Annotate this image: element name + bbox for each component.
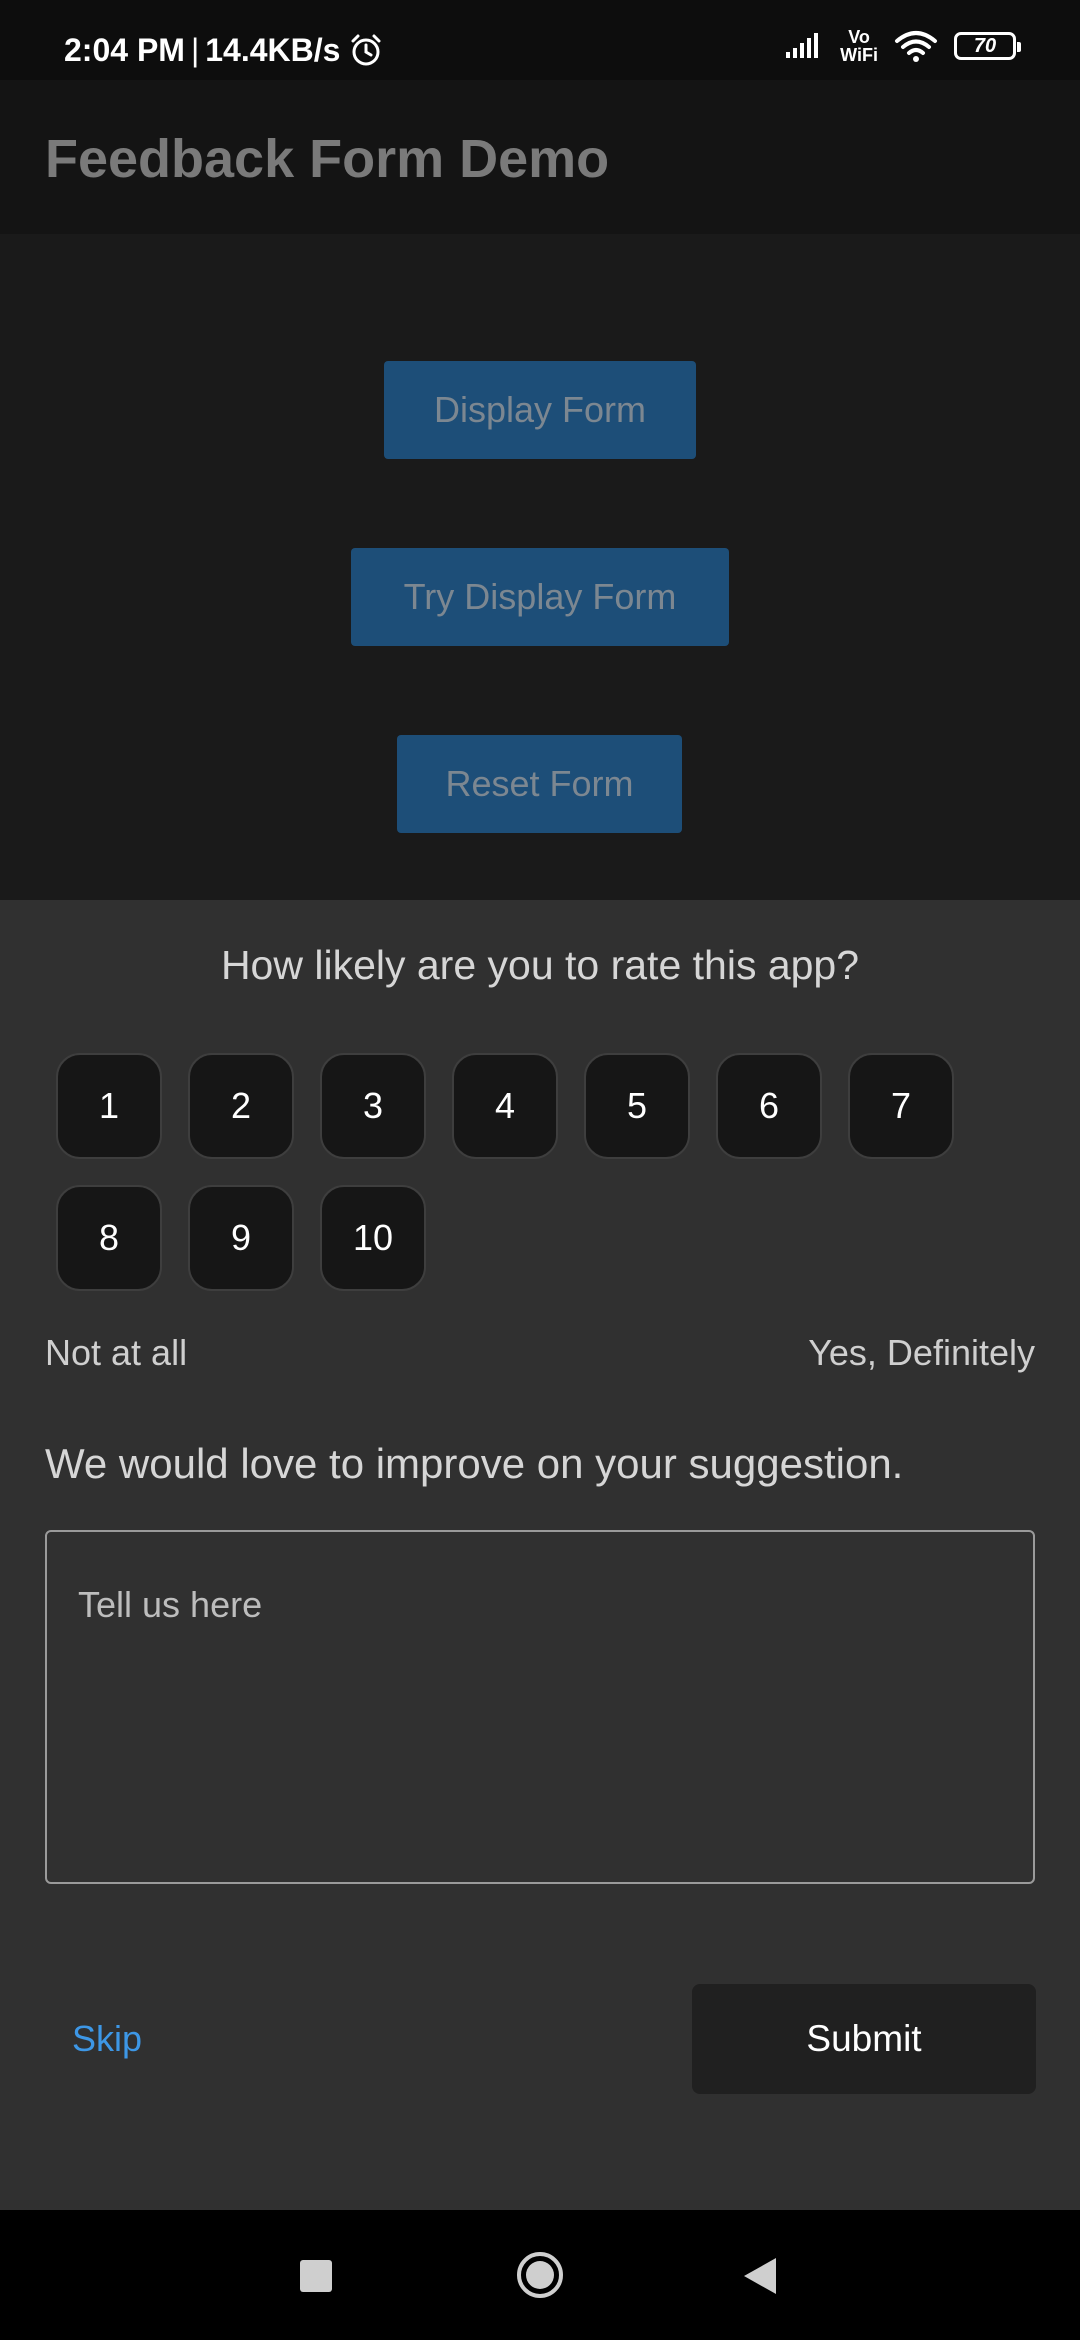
back-icon[interactable] [742,2256,778,2296]
suggestion-prompt: We would love to improve on your suggest… [45,1440,904,1487]
status-bar: 2:04 PM | 14.4KB/s Vo WiFi 70 [0,0,1080,80]
scale-low-label: Not at all [45,1332,188,1373]
rating-button-4[interactable]: 4 [452,1053,558,1159]
rating-button-6[interactable]: 6 [716,1053,822,1159]
rating-button-7[interactable]: 7 [848,1053,954,1159]
rating-button-1[interactable]: 1 [56,1053,162,1159]
status-right: Vo WiFi 70 [784,28,1021,64]
app-title: Feedback Form Demo [45,129,610,189]
navigation-bar [0,2210,1080,2340]
status-time: 2:04 PM [64,32,185,68]
submit-button[interactable]: Submit [692,1984,1036,2094]
wifi-icon [895,31,937,62]
scale-high-label: Yes, Definitely [808,1332,1035,1373]
app-bar: Feedback Form Demo [0,80,1080,234]
rating-button-8[interactable]: 8 [56,1185,162,1291]
rating-button-3[interactable]: 3 [320,1053,426,1159]
status-left: 2:04 PM | 14.4KB/s [64,30,384,70]
home-icon[interactable] [515,2250,565,2300]
network-speed: 14.4KB/s [205,32,341,68]
reset-form-button[interactable]: Reset Form [397,735,682,833]
rating-button-5[interactable]: 5 [584,1053,690,1159]
recent-apps-icon[interactable] [300,2260,332,2292]
rating-button-2[interactable]: 2 [188,1053,294,1159]
rating-button-10[interactable]: 10 [320,1185,426,1291]
vowifi-icon: Vo WiFi [840,28,878,64]
main-content: Display Form Try Display Form Reset Form [0,234,1080,900]
battery-level: 70 [973,34,997,57]
vowifi-bottom: WiFi [840,45,878,65]
display-form-button[interactable]: Display Form [384,361,696,459]
cellular-signal-icon [786,33,819,58]
skip-button[interactable]: Skip [72,2018,142,2060]
try-display-form-button[interactable]: Try Display Form [351,548,729,646]
alarm-clock-icon [351,34,381,66]
rating-question: How likely are you to rate this app? [220,942,860,988]
screen: 2:04 PM | 14.4KB/s Vo WiFi 70 Feedback F… [0,0,1080,2340]
vowifi-top: Vo [848,27,870,47]
suggestion-placeholder: Tell us here [78,1584,263,1625]
status-separator: | [190,32,200,68]
feedback-sheet: How likely are you to rate this app? 1 2… [0,900,1080,2210]
rating-button-9[interactable]: 9 [188,1185,294,1291]
suggestion-input[interactable]: Tell us here [45,1530,1035,1884]
battery-icon: 70 [954,32,1021,60]
